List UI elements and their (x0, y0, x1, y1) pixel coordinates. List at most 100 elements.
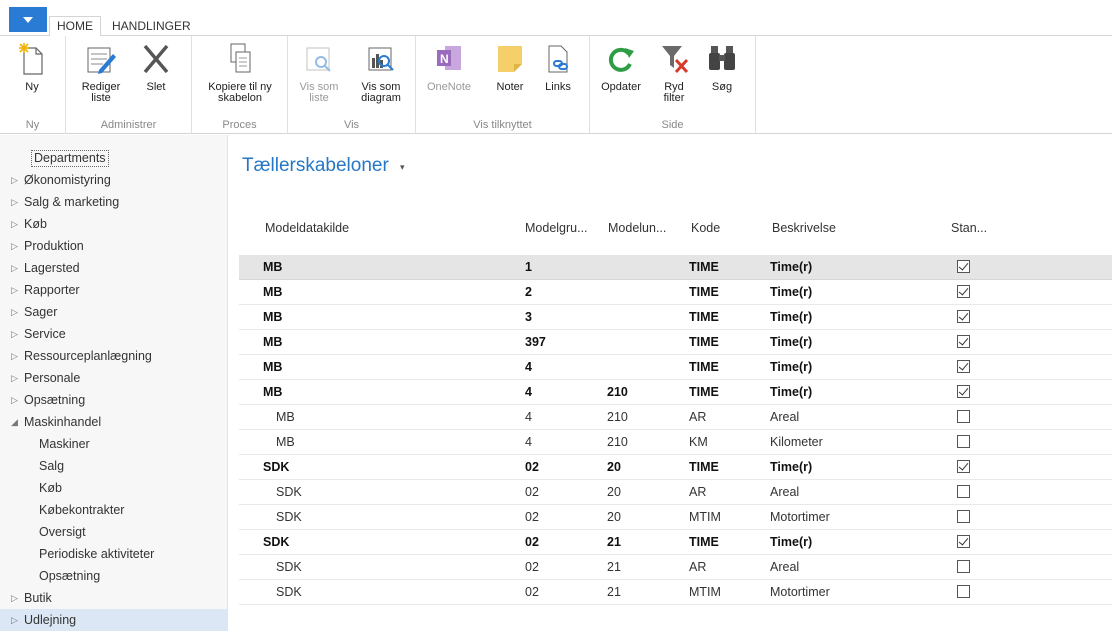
standard-checkbox[interactable] (957, 510, 970, 523)
expand-arrow-icon[interactable]: ▷ (11, 345, 18, 367)
delete-button[interactable]: Slet (138, 42, 174, 93)
expand-arrow-icon[interactable]: ▷ (11, 191, 18, 213)
standard-checkbox[interactable] (957, 260, 970, 273)
list-page: Tællerskabeloner ▾ Modeldatakilde Modelg… (229, 135, 1112, 628)
standard-checkbox[interactable] (957, 385, 970, 398)
table-row[interactable]: MB 397 TIME Time(r) (239, 330, 1112, 355)
sidebar-item-produktion[interactable]: ▷ Produktion (0, 235, 228, 257)
table-row[interactable]: MB 1 TIME Time(r) (239, 255, 1112, 280)
sidebar-item-periodiske-aktiviteter[interactable]: Periodiske aktiviteter (0, 543, 228, 565)
standard-checkbox[interactable] (957, 410, 970, 423)
sidebar-item-k-b[interactable]: Køb (0, 477, 228, 499)
ribbon: Ny Ny Rediger liste Slet Administrer Kop… (0, 36, 1112, 134)
standard-checkbox[interactable] (957, 560, 970, 573)
column-header-standard[interactable]: Stan... (951, 221, 987, 235)
sidebar-item-konomistyring[interactable]: ▷ Økonomistyring (0, 169, 228, 191)
table-row[interactable]: MB 4 210 KM Kilometer (239, 430, 1112, 455)
sidebar-item-service[interactable]: ▷ Service (0, 323, 228, 345)
table-row[interactable]: MB 3 TIME Time(r) (239, 305, 1112, 330)
standard-checkbox[interactable] (957, 335, 970, 348)
cell-modelgruppe: 4 (525, 385, 532, 399)
chevron-down-icon (23, 16, 33, 23)
cell-kode: AR (689, 560, 707, 574)
sidebar-item-label: Lagersted (24, 261, 80, 275)
search-button[interactable]: Søg (704, 42, 740, 93)
sidebar-item-k-bekontrakter[interactable]: Købekontrakter (0, 499, 228, 521)
sidebar-item-departments[interactable]: Departments (0, 147, 228, 169)
standard-checkbox[interactable] (957, 310, 970, 323)
table-row[interactable]: SDK 02 21 MTIM Motortimer (239, 580, 1112, 605)
sidebar-item-maskiner[interactable]: Maskiner (0, 433, 228, 455)
view-as-chart-button[interactable]: Vis som diagram (356, 42, 406, 104)
sidebar-item-oversigt[interactable]: Oversigt (0, 521, 228, 543)
table-row[interactable]: MB 2 TIME Time(r) (239, 280, 1112, 305)
cell-beskrivelse: Time(r) (770, 285, 813, 299)
sidebar-item-maskinhandel[interactable]: ◢ Maskinhandel (0, 411, 228, 433)
column-header-kode[interactable]: Kode (691, 221, 720, 235)
expand-arrow-icon[interactable]: ▷ (11, 389, 18, 411)
refresh-button[interactable]: Opdater (598, 42, 644, 93)
standard-checkbox[interactable] (957, 460, 970, 473)
onenote-button[interactable]: N OneNote (426, 42, 472, 93)
expand-arrow-icon[interactable]: ▷ (11, 235, 18, 257)
expand-arrow-icon[interactable]: ▷ (11, 323, 18, 345)
sidebar-item-rapporter[interactable]: ▷ Rapporter (0, 279, 228, 301)
table-row[interactable]: MB 4 210 TIME Time(r) (239, 380, 1112, 405)
copy-template-button[interactable]: Kopiere til ny skabelon (198, 42, 282, 104)
links-button[interactable]: Links (540, 42, 576, 93)
new-button[interactable]: Ny (14, 42, 50, 93)
sidebar-item-ops-tning[interactable]: ▷ Opsætning (0, 389, 228, 411)
table-row[interactable]: SDK 02 20 MTIM Motortimer (239, 505, 1112, 530)
cell-modelgruppe: 3 (525, 310, 532, 324)
column-header-modelgruppe[interactable]: Modelgru... (525, 221, 588, 235)
column-header-modelnummer[interactable]: Modelun... (608, 221, 666, 235)
tab-home[interactable]: HOME (49, 16, 101, 37)
expand-arrow-icon[interactable]: ▷ (11, 279, 18, 301)
app-menu-button[interactable] (9, 7, 47, 32)
edit-list-button[interactable]: Rediger liste (78, 42, 124, 104)
title-menu-chevron-icon[interactable]: ▾ (400, 162, 405, 173)
standard-checkbox[interactable] (957, 435, 970, 448)
sidebar-item-personale[interactable]: ▷ Personale (0, 367, 228, 389)
expand-arrow-icon[interactable]: ▷ (11, 169, 18, 191)
table-row[interactable]: SDK 02 21 TIME Time(r) (239, 530, 1112, 555)
expand-arrow-icon[interactable]: ▷ (11, 213, 18, 235)
sidebar-item-k-b[interactable]: ▷ Køb (0, 213, 228, 235)
view-as-list-button[interactable]: Vis som liste (298, 42, 340, 104)
notes-button[interactable]: Noter (492, 42, 528, 93)
sidebar-item-salg-marketing[interactable]: ▷ Salg & marketing (0, 191, 228, 213)
sidebar-item-label: Salg & marketing (24, 195, 120, 209)
table-row[interactable]: SDK 02 20 TIME Time(r) (239, 455, 1112, 480)
expand-arrow-icon[interactable]: ▷ (11, 301, 18, 323)
sidebar-item-ressourceplanl-gning[interactable]: ▷ Ressourceplanlægning (0, 345, 228, 367)
delete-x-icon (143, 44, 169, 74)
sidebar-item-lagersted[interactable]: ▷ Lagersted (0, 257, 228, 279)
clear-filter-button[interactable]: Ryd filter (656, 42, 692, 104)
group-label-administrer: Administrer (100, 119, 157, 131)
sidebar-item-butik[interactable]: ▷ Butik (0, 587, 228, 609)
standard-checkbox[interactable] (957, 285, 970, 298)
sidebar-item-salg[interactable]: Salg (0, 455, 228, 477)
expand-arrow-icon[interactable]: ▷ (11, 587, 18, 609)
cell-kode: TIME (689, 335, 719, 349)
sidebar-item-ops-tning[interactable]: Opsætning (0, 565, 228, 587)
refresh-label: Opdater (601, 81, 641, 93)
table-row[interactable]: SDK 02 21 AR Areal (239, 555, 1112, 580)
sidebar-item-sager[interactable]: ▷ Sager (0, 301, 228, 323)
expanded-arrow-icon[interactable]: ◢ (11, 411, 18, 433)
svg-text:N: N (440, 52, 449, 66)
tab-handlinger[interactable]: HANDLINGER (105, 17, 198, 37)
edit-list-icon (87, 47, 116, 74)
expand-arrow-icon[interactable]: ▷ (11, 257, 18, 279)
standard-checkbox[interactable] (957, 585, 970, 598)
column-header-modeldatakilde[interactable]: Modeldatakilde (265, 221, 349, 235)
expand-arrow-icon[interactable]: ▷ (11, 367, 18, 389)
table-row[interactable]: MB 4 TIME Time(r) (239, 355, 1112, 380)
table-row[interactable]: MB 4 210 AR Areal (239, 405, 1112, 430)
cell-modelgruppe: 4 (525, 360, 532, 374)
standard-checkbox[interactable] (957, 485, 970, 498)
column-header-beskrivelse[interactable]: Beskrivelse (772, 221, 836, 235)
standard-checkbox[interactable] (957, 360, 970, 373)
standard-checkbox[interactable] (957, 535, 970, 548)
table-row[interactable]: SDK 02 20 AR Areal (239, 480, 1112, 505)
